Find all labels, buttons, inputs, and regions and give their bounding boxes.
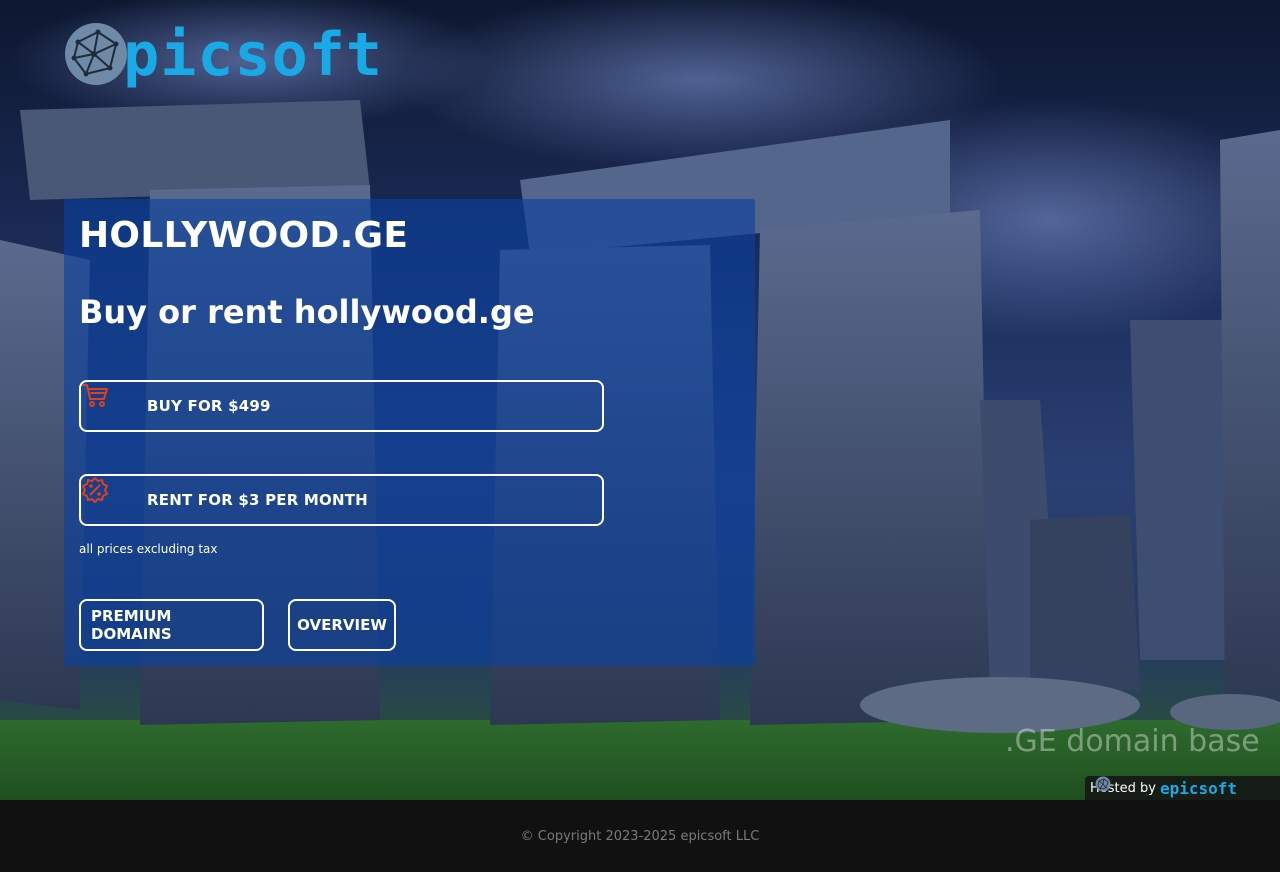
overview-button[interactable]: OVERVIEW bbox=[288, 599, 396, 651]
buy-button-label: BUY FOR $499 bbox=[147, 397, 271, 415]
buy-button[interactable]: BUY FOR $499 bbox=[79, 380, 604, 432]
rent-badge-icon bbox=[82, 477, 123, 515]
brand-logo[interactable]: epicsoft bbox=[64, 22, 383, 88]
hosted-by-brand: epicsoft bbox=[1159, 779, 1237, 798]
brand-wordmark: epicsoft bbox=[86, 20, 383, 90]
tax-note: all prices excluding tax bbox=[79, 542, 218, 556]
shopping-cart-icon bbox=[82, 384, 123, 421]
footer: © Copyright 2023-2025 epicsoft LLC bbox=[0, 800, 1280, 872]
offer-subtitle: Buy or rent hollywood.ge bbox=[79, 293, 535, 331]
hosted-by-badge[interactable]: Hosted by epicsoft bbox=[1085, 776, 1280, 800]
domain-title: HOLLYWOOD.GE bbox=[79, 215, 409, 256]
globe-network-icon bbox=[1095, 776, 1111, 792]
domain-base-watermark: .GE domain base bbox=[1005, 724, 1260, 759]
copyright-text: © Copyright 2023-2025 epicsoft LLC bbox=[520, 828, 760, 844]
domain-offer-panel: HOLLYWOOD.GE Buy or rent hollywood.ge BU… bbox=[64, 199, 755, 666]
hero-background: epicsoft HOLLYWOOD.GE Buy or rent hollyw… bbox=[0, 0, 1280, 800]
premium-domains-button[interactable]: PREMIUM DOMAINS bbox=[79, 599, 264, 651]
globe-network-icon bbox=[65, 23, 127, 85]
rent-button-label: RENT FOR $3 PER MONTH bbox=[147, 491, 368, 509]
rent-button[interactable]: RENT FOR $3 PER MONTH bbox=[79, 474, 604, 526]
